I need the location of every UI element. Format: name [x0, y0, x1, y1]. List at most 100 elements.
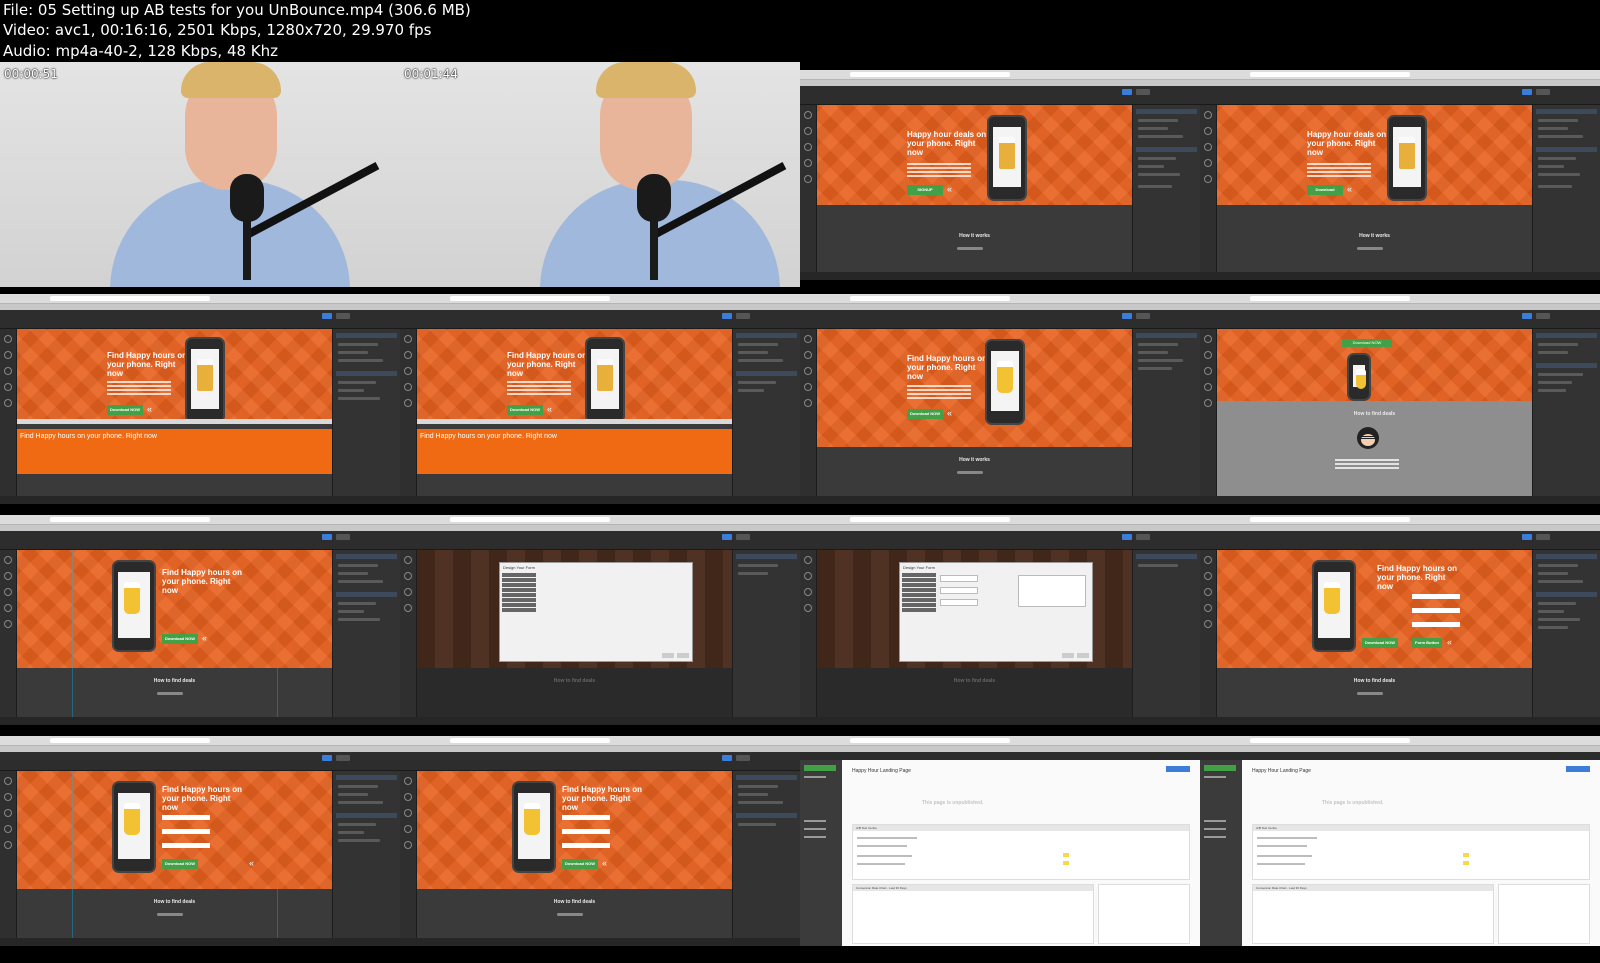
thumbnail-15[interactable]: Happy Hour Landing Page This page is unp…	[800, 736, 1200, 946]
form-input[interactable]	[162, 843, 210, 848]
property-row[interactable]	[738, 351, 768, 354]
tool-icon[interactable]	[4, 841, 12, 849]
variant-row[interactable]	[857, 837, 917, 839]
property-row[interactable]	[1138, 185, 1172, 188]
property-row[interactable]	[738, 823, 776, 826]
property-row[interactable]	[1538, 618, 1580, 621]
tool-icon[interactable]	[804, 556, 812, 564]
tool-icon[interactable]	[1204, 399, 1212, 407]
thumbnail-5[interactable]: Find Happy hours on your phone. Right no…	[0, 294, 400, 504]
download-button[interactable]: Download NOW	[1342, 339, 1392, 347]
thumbnail-1[interactable]: 00:00:51	[0, 62, 400, 287]
sidebar-item[interactable]	[1204, 828, 1226, 830]
property-row[interactable]	[738, 359, 783, 362]
property-row[interactable]	[1138, 127, 1168, 130]
tool-icon[interactable]	[404, 604, 412, 612]
property-row[interactable]	[1138, 157, 1176, 160]
tool-icon[interactable]	[4, 620, 12, 628]
preview-button[interactable]	[336, 755, 350, 761]
property-row[interactable]	[1538, 343, 1578, 346]
tool-icon[interactable]	[404, 793, 412, 801]
thumbnail-7[interactable]: Find Happy hours on your phone. Right no…	[800, 294, 1200, 504]
form-input[interactable]	[162, 829, 210, 834]
property-row[interactable]	[1538, 127, 1568, 130]
property-row[interactable]	[738, 572, 768, 575]
form-input[interactable]	[1412, 622, 1460, 627]
download-button[interactable]: Download	[1307, 185, 1343, 195]
preview-button[interactable]	[736, 534, 750, 540]
tool-icon[interactable]	[404, 809, 412, 817]
selected-text-strip[interactable]: Find Happy hours on your phone. Right no…	[417, 429, 732, 474]
property-row[interactable]	[1538, 610, 1564, 613]
save-button[interactable]	[1122, 313, 1132, 319]
publish-button[interactable]	[1166, 766, 1190, 772]
preview-button[interactable]	[1136, 89, 1150, 95]
variant-row[interactable]	[1257, 837, 1317, 839]
preview-button[interactable]	[1136, 313, 1150, 319]
save-button[interactable]	[722, 755, 732, 761]
tool-icon[interactable]	[1204, 127, 1212, 135]
property-row[interactable]	[1538, 351, 1568, 354]
form-input[interactable]	[1412, 594, 1460, 599]
form-builder-modal[interactable]: Design Your Form	[899, 562, 1093, 662]
download-button[interactable]: Download NOW	[1362, 638, 1398, 648]
tool-icon[interactable]	[804, 335, 812, 343]
property-row[interactable]	[338, 397, 380, 400]
form-input[interactable]	[1412, 608, 1460, 613]
property-row[interactable]	[338, 831, 364, 834]
thumbnail-16[interactable]: Happy Hour Landing Page This page is unp…	[1200, 736, 1600, 946]
property-row[interactable]	[338, 602, 376, 605]
property-row[interactable]	[1138, 165, 1164, 168]
form-input[interactable]	[162, 815, 210, 820]
tool-icon[interactable]	[4, 809, 12, 817]
tool-icon[interactable]	[4, 335, 12, 343]
save-button[interactable]	[1522, 313, 1532, 319]
property-row[interactable]	[738, 793, 768, 796]
sidebar-item[interactable]	[1204, 820, 1226, 822]
property-row[interactable]	[1538, 602, 1576, 605]
property-row[interactable]	[1538, 373, 1583, 376]
property-row[interactable]	[338, 351, 368, 354]
sidebar-item[interactable]	[804, 776, 826, 778]
cancel-button[interactable]	[662, 653, 674, 658]
tool-icon[interactable]	[1204, 604, 1212, 612]
property-row[interactable]	[1138, 135, 1183, 138]
tool-icon[interactable]	[404, 399, 412, 407]
thumbnail-3[interactable]: Happy hour deals on your phone. Right no…	[800, 70, 1200, 280]
sidebar-item[interactable]	[804, 820, 826, 822]
thumbnail-10[interactable]: How to find deals Design Your Form	[400, 515, 800, 725]
tool-icon[interactable]	[404, 777, 412, 785]
property-row[interactable]	[338, 801, 383, 804]
thumbnail-14[interactable]: Find Happy hours on your phone. Right no…	[400, 736, 800, 946]
property-row[interactable]	[338, 823, 376, 826]
property-row[interactable]	[338, 618, 380, 621]
page-canvas[interactable]: Happy hour deals on your phone. Right no…	[817, 105, 1132, 272]
tool-icon[interactable]	[1204, 367, 1212, 375]
download-button[interactable]: Download NOW	[107, 405, 143, 415]
property-row[interactable]	[738, 381, 776, 384]
done-button[interactable]	[1077, 653, 1089, 658]
property-row[interactable]	[338, 572, 368, 575]
property-row[interactable]	[338, 580, 383, 583]
save-button[interactable]	[722, 534, 732, 540]
preview-button[interactable]	[1136, 534, 1150, 540]
form-input[interactable]	[562, 829, 610, 834]
form-field-preview[interactable]	[940, 575, 978, 582]
tool-icon[interactable]	[1204, 556, 1212, 564]
download-button[interactable]: Download NOW	[562, 859, 598, 869]
property-row[interactable]	[1538, 626, 1568, 629]
property-row[interactable]	[1538, 389, 1566, 392]
form-field-preview[interactable]	[940, 587, 978, 594]
sidebar-item[interactable]	[804, 828, 826, 830]
property-row[interactable]	[1138, 564, 1178, 567]
page-canvas[interactable]: Find Happy hours on your phone. Right no…	[17, 771, 332, 938]
tool-icon[interactable]	[404, 351, 412, 359]
tool-icon[interactable]	[804, 367, 812, 375]
download-button[interactable]: Download NOW	[162, 859, 198, 869]
sidebar-item[interactable]	[804, 836, 826, 838]
page-canvas[interactable]: Find Happy hours on your phone. Right no…	[417, 329, 732, 496]
property-row[interactable]	[338, 610, 364, 613]
save-button[interactable]	[322, 755, 332, 761]
tool-icon[interactable]	[1204, 111, 1212, 119]
property-row[interactable]	[338, 359, 383, 362]
